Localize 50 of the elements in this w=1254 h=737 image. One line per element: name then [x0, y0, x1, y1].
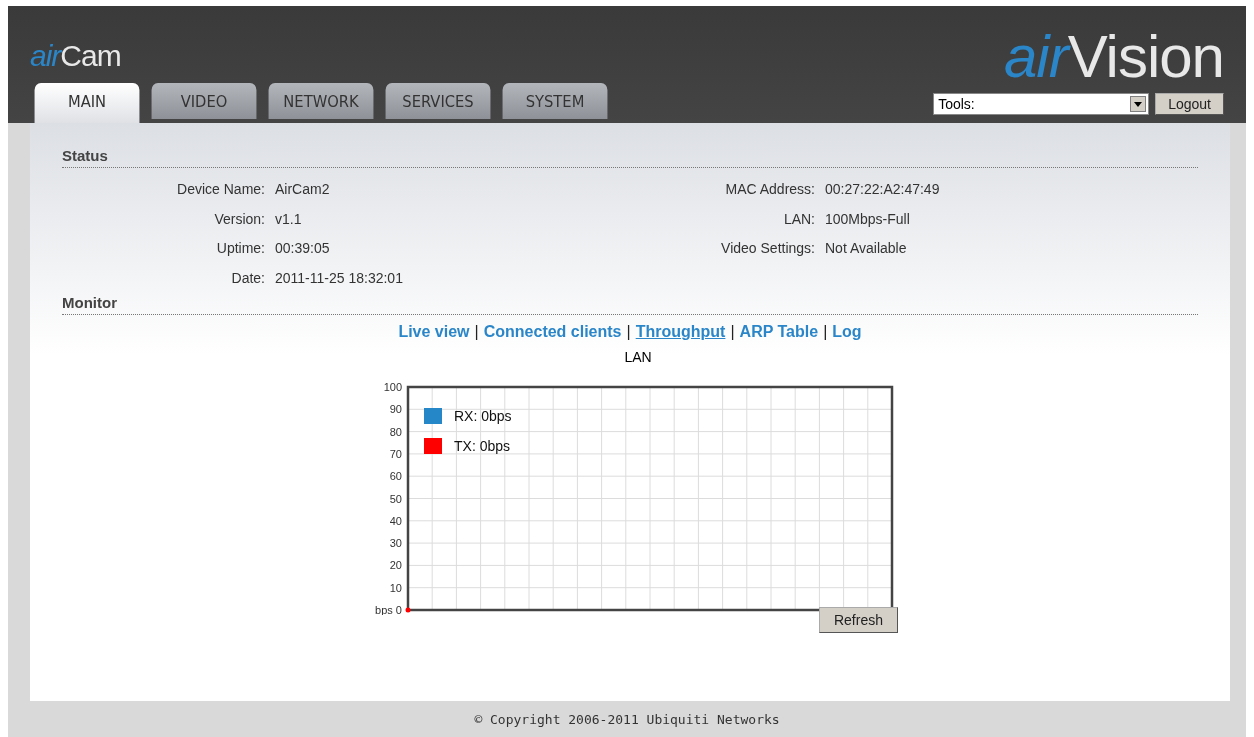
tools-dropdown[interactable]: Tools: [933, 93, 1150, 115]
y-axis-label: 80 [389, 425, 402, 438]
field-label: Device Name: [176, 180, 265, 199]
field-label: Date: [230, 268, 265, 288]
y-axis-label: 20 [389, 559, 402, 572]
link-separator: | [730, 323, 735, 340]
y-axis-label: 100 [383, 381, 402, 393]
field-label: LAN: [782, 209, 815, 229]
legend-label: TX: 0bps [454, 438, 511, 454]
monitor-link[interactable]: Live view [398, 323, 470, 340]
aircam-logo: airCam [30, 39, 121, 73]
y-axis-label: 70 [389, 447, 402, 460]
monitor-link[interactable]: Throughput [635, 323, 726, 340]
nav-tab[interactable]: MAIN [34, 83, 140, 123]
chart-title: LAN [623, 349, 653, 365]
y-axis-label: 60 [389, 470, 402, 483]
link-separator: | [474, 323, 479, 340]
field-value: 2011-11-25 18:32:01 [275, 268, 404, 288]
field-value: v1.1 [275, 209, 303, 229]
link-separator: | [823, 323, 828, 340]
y-axis-label: 40 [389, 514, 402, 527]
y-axis-label: 30 [389, 537, 402, 550]
link-separator: | [626, 323, 631, 340]
y-axis-label: 10 [389, 581, 402, 594]
logout-button[interactable]: Logout [1155, 93, 1224, 115]
section-heading: Monitor [62, 294, 1198, 315]
field-value: Not Available [825, 239, 908, 258]
field-value: 100Mbps-Full [825, 209, 911, 229]
monitor-link[interactable]: Log [832, 323, 862, 340]
nav-tab[interactable]: VIDEO [151, 83, 257, 119]
airvision-logo: airVision [1003, 31, 1224, 83]
field-value: AirCam2 [275, 180, 331, 199]
y-axis-label: 50 [389, 492, 402, 505]
field-value: 00:39:05 [275, 239, 331, 258]
y-axis-label: 90 [389, 403, 402, 416]
field-value: 00:27:22:A2:47:49 [825, 180, 941, 199]
section-heading: Status [62, 147, 1198, 168]
copyright-text: © Copyright 2006-2011 Ubiquiti Networks [474, 711, 780, 727]
field-label: Version: [213, 209, 265, 229]
field-label: MAC Address: [724, 180, 815, 199]
field-label: Video Settings: [720, 239, 815, 258]
refresh-button[interactable]: Refresh [818, 607, 898, 633]
nav-tab[interactable]: SYSTEM [502, 83, 608, 119]
legend-label: RX: 0bps [454, 408, 512, 424]
monitor-link[interactable]: ARP Table [739, 323, 819, 340]
monitor-link[interactable]: Connected clients [483, 323, 622, 340]
nav-tab[interactable]: SERVICES [385, 83, 491, 119]
field-label: Uptime: [215, 239, 265, 258]
origin-dot [405, 607, 411, 613]
nav-tab[interactable]: NETWORK [268, 83, 374, 119]
